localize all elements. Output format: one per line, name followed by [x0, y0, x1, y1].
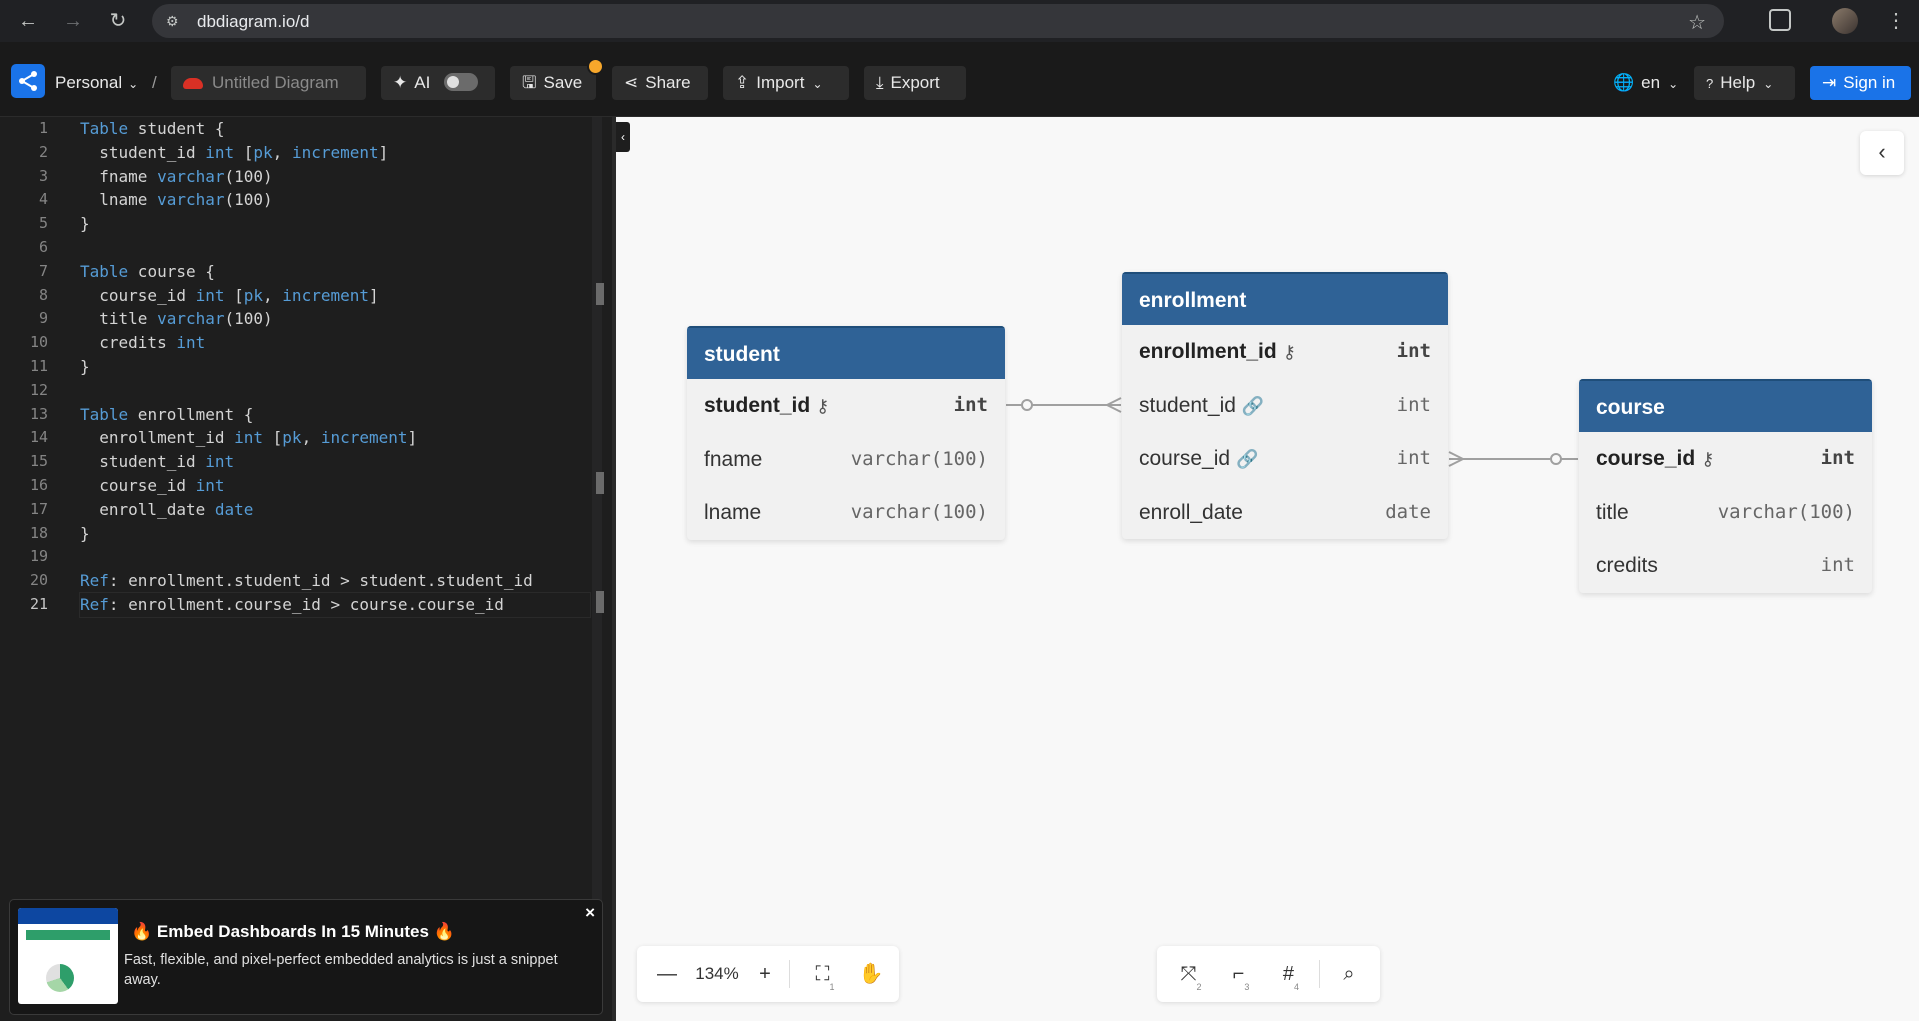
- table-field-row[interactable]: student_id ⚷ int: [687, 379, 1005, 433]
- field-name-text: fname: [704, 447, 763, 471]
- connector-icon: ⌐: [1232, 963, 1245, 985]
- field-name-text: title: [1596, 500, 1629, 524]
- field-type: varchar(100): [850, 447, 988, 470]
- table-field-row[interactable]: credits int: [1579, 539, 1872, 593]
- search-button[interactable]: ⌕: [1329, 946, 1369, 1002]
- field-name-text: course_id: [1139, 447, 1231, 470]
- field-name: course_id 🔗: [1139, 432, 1258, 487]
- field-name: fname: [704, 433, 762, 487]
- relation-enrollment-student[interactable]: [1006, 397, 1122, 413]
- zoom-out-button[interactable]: —: [651, 946, 683, 1002]
- field-name: enroll_date: [1139, 486, 1243, 540]
- pan-tool-button[interactable]: ✋: [851, 946, 891, 1002]
- field-name-text: student_id: [704, 394, 811, 417]
- frame-icon: #: [1282, 963, 1295, 985]
- field-type: int: [953, 394, 988, 416]
- field-type: int: [1396, 340, 1431, 362]
- field-type: int: [1396, 393, 1431, 416]
- table-field-row[interactable]: title varchar(100): [1579, 486, 1872, 540]
- field-name-text: enroll_date: [1139, 500, 1243, 524]
- table-student[interactable]: student student_id ⚷ int fname varchar(100) ln…: [687, 326, 1005, 540]
- field-name: enrollment_id ⚷: [1139, 325, 1296, 380]
- zoom-level[interactable]: 134%: [687, 946, 747, 1002]
- table-field-row[interactable]: student_id 🔗 int: [1122, 379, 1448, 433]
- field-type: varchar(100): [1717, 500, 1855, 523]
- diagram-tools: ⤧2 ⌐3 #4 ⌕: [1157, 946, 1380, 1002]
- table-field-row[interactable]: enrollment_id ⚷ int: [1122, 325, 1448, 379]
- auto-arrange-button[interactable]: ⤧2: [1169, 946, 1213, 1002]
- shortcut-hint: 1: [829, 982, 835, 992]
- table-field-row[interactable]: lname varchar(100): [687, 486, 1005, 540]
- foreign-key-link-icon: 🔗: [1236, 449, 1259, 469]
- table-course[interactable]: course course_id ⚷ int title varchar(100) cred…: [1579, 379, 1872, 593]
- field-name-text: credits: [1596, 554, 1658, 577]
- primary-key-icon: ⚷: [816, 396, 830, 416]
- shortcut-hint: 2: [1196, 982, 1202, 992]
- primary-key-icon: ⚷: [1701, 449, 1715, 469]
- field-type: int: [1396, 447, 1431, 469]
- relation-enrollment-course[interactable]: [1448, 451, 1578, 467]
- field-name-text: student_id: [1139, 393, 1236, 417]
- table-header[interactable]: student: [687, 326, 1005, 379]
- line-style-button[interactable]: ⌐3: [1219, 946, 1263, 1002]
- primary-key-icon: ⚷: [1282, 342, 1296, 362]
- table-enrollment[interactable]: enrollment enrollment_id ⚷ int student_id 🔗 in…: [1122, 272, 1448, 539]
- field-name-text: course_id: [1596, 447, 1696, 470]
- field-name: lname: [704, 486, 761, 540]
- fit-screen-icon: ⛶: [815, 963, 830, 985]
- field-name: course_id ⚷: [1596, 432, 1714, 487]
- field-name: title: [1596, 486, 1629, 540]
- shortcut-hint: 4: [1294, 982, 1300, 992]
- table-field-row[interactable]: course_id 🔗 int: [1122, 432, 1448, 486]
- shortcut-hint: 3: [1244, 982, 1250, 992]
- search-icon: ⌕: [1343, 963, 1355, 985]
- field-type: date: [1385, 500, 1431, 523]
- field-type: varchar(100): [850, 501, 988, 523]
- field-name-text: enrollment_id: [1139, 340, 1277, 363]
- auto-arrange-icon: ⤧: [1180, 963, 1197, 985]
- hand-icon: ✋: [858, 963, 884, 985]
- table-field-row[interactable]: course_id ⚷ int: [1579, 432, 1872, 486]
- zoom-controls: — 134% + ⛶1 ✋: [637, 946, 899, 1002]
- field-type: int: [1820, 447, 1855, 469]
- field-type: int: [1820, 554, 1855, 576]
- table-field-row[interactable]: fname varchar(100): [687, 433, 1005, 487]
- table-field-row[interactable]: enroll_date date: [1122, 486, 1448, 540]
- field-name: credits: [1596, 539, 1658, 593]
- table-header[interactable]: course: [1579, 379, 1872, 432]
- zoom-in-button[interactable]: +: [749, 946, 781, 1002]
- table-header[interactable]: enrollment: [1122, 272, 1448, 325]
- frame-tool-button[interactable]: #4: [1269, 946, 1313, 1002]
- fit-to-screen-button[interactable]: ⛶1: [803, 946, 847, 1002]
- field-name: student_id 🔗: [1139, 379, 1264, 434]
- foreign-key-link-icon: 🔗: [1241, 395, 1265, 416]
- field-name: student_id ⚷: [704, 379, 829, 434]
- field-name-text: lname: [704, 501, 762, 524]
